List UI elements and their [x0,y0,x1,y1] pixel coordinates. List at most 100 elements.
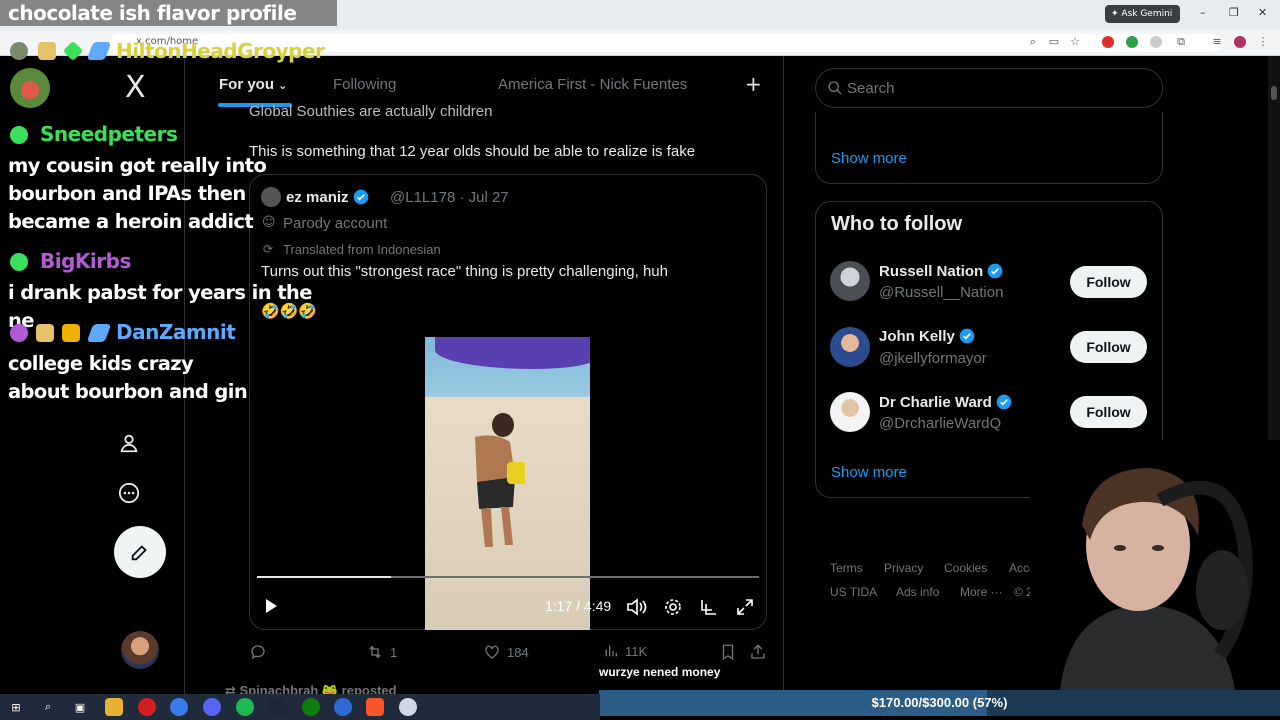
account-name[interactable]: Russell Nation [879,263,1003,280]
extension-icon[interactable] [1150,36,1162,48]
account-name-text: John Kelly [879,328,955,345]
footer-link[interactable]: US TIDA [830,585,877,599]
tab-for-you[interactable]: For you ⌄ [219,76,287,93]
account-name[interactable]: Dr Charlie Ward [879,394,1012,411]
views-chart-icon [605,645,617,657]
like-button[interactable]: 184 [483,643,529,661]
divider [783,56,784,694]
search-icon [828,81,842,95]
views-button[interactable]: 11K [603,643,647,659]
brave-icon[interactable] [366,698,384,716]
zoom-icon[interactable]: ⌕ [1026,35,1040,49]
tab-following[interactable]: Following [333,76,396,93]
avatar[interactable] [830,392,870,432]
ask-gemini-button[interactable]: ✦ Ask Gemini [1105,5,1181,23]
chat-badge-icon [10,42,28,60]
chrome-icon[interactable] [170,698,188,716]
cast-icon[interactable]: ▭ [1047,35,1061,49]
volume-icon[interactable] [627,598,647,616]
file-explorer-icon[interactable] [105,698,123,716]
trends-panel [815,112,1163,184]
menu-list-icon[interactable]: ≡ [1210,35,1224,49]
who-to-follow-title: Who to follow [831,213,963,235]
windows-start-icon[interactable]: ⊞ [7,698,25,716]
video-player[interactable] [425,337,590,630]
footer-link[interactable]: More ··· [960,585,1003,599]
follow-button[interactable]: Follow [1070,331,1147,363]
footer-link[interactable]: Terms [830,561,863,575]
follow-button[interactable]: Follow [1070,266,1147,298]
repost-icon [369,645,381,659]
pip-icon[interactable] [700,598,718,616]
tab-list[interactable]: America First - Nick Fuentes [498,76,687,93]
reply-button[interactable] [249,643,273,661]
follow-button[interactable]: Follow [1070,396,1147,428]
profile-nav-icon[interactable] [116,430,142,456]
kebab-menu-icon[interactable]: ⋮ [1256,35,1270,49]
account-name[interactable]: John Kelly [879,328,975,345]
footer-link[interactable]: Privacy [884,561,923,575]
close-window-icon[interactable]: ✕ [1258,6,1267,19]
gift-badge-icon [38,42,56,60]
chat-username: HiltonHeadGroyper [116,39,325,63]
avatar[interactable] [830,261,870,301]
quote-date: · Jul 27 [459,189,509,206]
bookmark-star-icon[interactable]: ☆ [1068,35,1082,49]
extension-icon[interactable] [1126,36,1138,48]
app-icon[interactable] [334,698,352,716]
settings-icon[interactable] [664,598,682,616]
footer-link[interactable]: Cookies [944,561,987,575]
show-more-link[interactable]: Show more [831,464,907,481]
x-logo-icon[interactable]: X [125,70,146,105]
steam-icon[interactable] [268,698,286,716]
heart-icon [485,645,499,659]
spotify-icon[interactable] [236,698,254,716]
extension-icon[interactable] [1102,36,1114,48]
stream-title: chocolate ish flavor profile [8,1,297,25]
verified-badge-icon [996,394,1012,410]
profile-icon[interactable] [1234,36,1246,48]
bookmark-icon[interactable] [719,643,737,661]
add-tab-icon[interactable]: + [745,72,762,96]
video-time: 1:17 / 4:49 [545,598,612,614]
search-taskbar-icon[interactable]: ⌕ [39,698,57,716]
fullscreen-icon[interactable] [736,598,754,616]
chat-badge-icon [10,253,28,271]
avatar[interactable] [830,327,870,367]
xbox-icon[interactable] [302,698,320,716]
compose-post-button[interactable] [114,526,166,578]
verified-badge-icon [353,189,369,205]
more-nav-icon[interactable] [116,480,142,506]
show-more-link[interactable]: Show more [831,150,907,167]
tweet-partial-line: Global Southies are actually children [249,103,493,120]
play-icon[interactable] [263,598,279,614]
task-view-icon[interactable]: ▣ [71,698,89,716]
chevron-down-icon: ⌄ [278,79,288,92]
restore-icon[interactable]: ❐ [1229,6,1239,19]
puzzle-icon[interactable]: ⧉ [1174,35,1188,49]
video-person [475,413,525,547]
app-icon[interactable] [138,698,156,716]
account-avatar[interactable] [121,631,159,669]
frog-emote-icon [10,68,50,108]
share-icon[interactable] [749,643,767,661]
gift-badge-icon [36,324,54,342]
repost-count: 1 [390,644,398,660]
verified-badge-icon [988,263,1003,279]
discord-icon[interactable] [203,698,221,716]
quote-meta: @L1L178 · Jul 27 [390,189,509,206]
chat-username: Sneedpeters [40,122,178,146]
scrollbar-thumb[interactable] [1271,86,1277,100]
windows-taskbar [0,694,600,720]
video-progress-fill [257,576,391,578]
repost-button[interactable]: 1 [366,643,397,661]
account-name-text: Dr Charlie Ward [879,394,992,411]
translate-icon: ⟳ [263,242,274,256]
account-handle: @Russell__Nation [879,284,1004,301]
chat-message: my cousin got really into bourbon and IP… [8,154,267,233]
chat-username: BigKirbs [40,249,131,273]
translated-label[interactable]: Translated from Indonesian [283,242,441,257]
app-icon[interactable] [399,698,417,716]
minimize-icon[interactable]: – [1200,6,1206,19]
footer-link[interactable]: Ads info [896,585,939,599]
